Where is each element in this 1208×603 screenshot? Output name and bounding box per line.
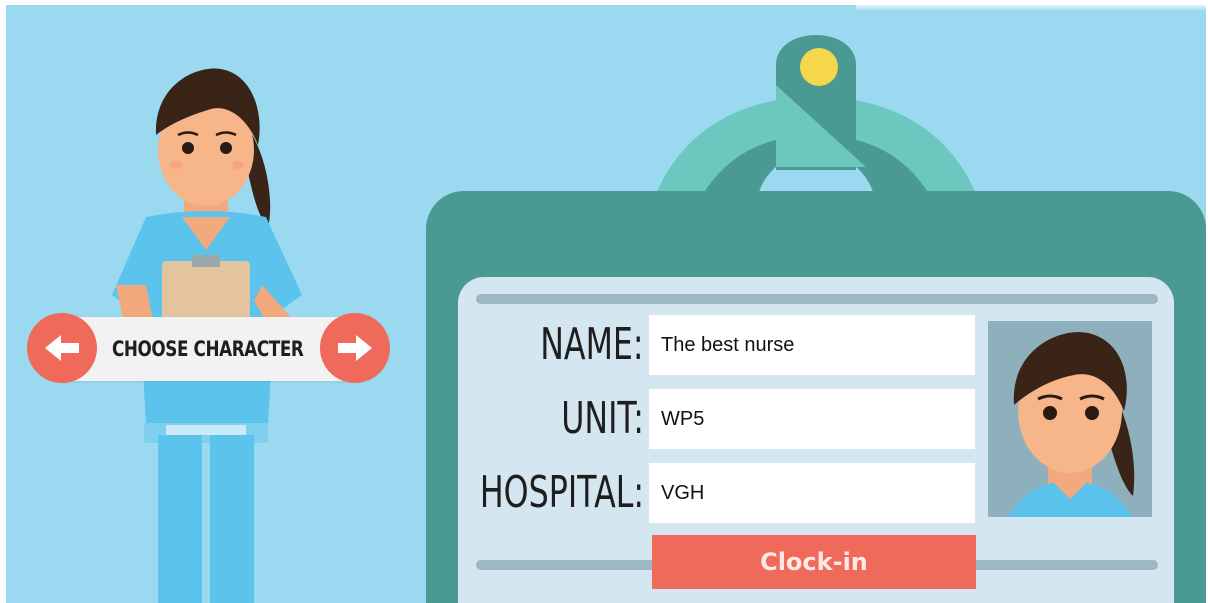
name-label: NAME:	[540, 319, 644, 370]
hospital-label-box: HOSPITAL:	[476, 463, 644, 523]
game-scene: CHOOSE CHARACTER NAME: UNIT: HOSPITAL:	[6, 5, 1206, 603]
nurse-portrait-avatar	[1008, 332, 1135, 517]
name-label-box: NAME:	[476, 315, 644, 375]
unit-label-box: UNIT:	[476, 389, 644, 449]
unit-input[interactable]	[649, 389, 975, 449]
hospital-input[interactable]	[649, 463, 975, 523]
card-divider-top	[476, 294, 1158, 304]
name-input[interactable]	[649, 315, 975, 375]
character-photo	[988, 321, 1152, 517]
unit-label: UNIT:	[561, 393, 644, 444]
hospital-label: HOSPITAL:	[479, 467, 644, 518]
clock-in-button[interactable]: Clock-in	[652, 535, 976, 589]
